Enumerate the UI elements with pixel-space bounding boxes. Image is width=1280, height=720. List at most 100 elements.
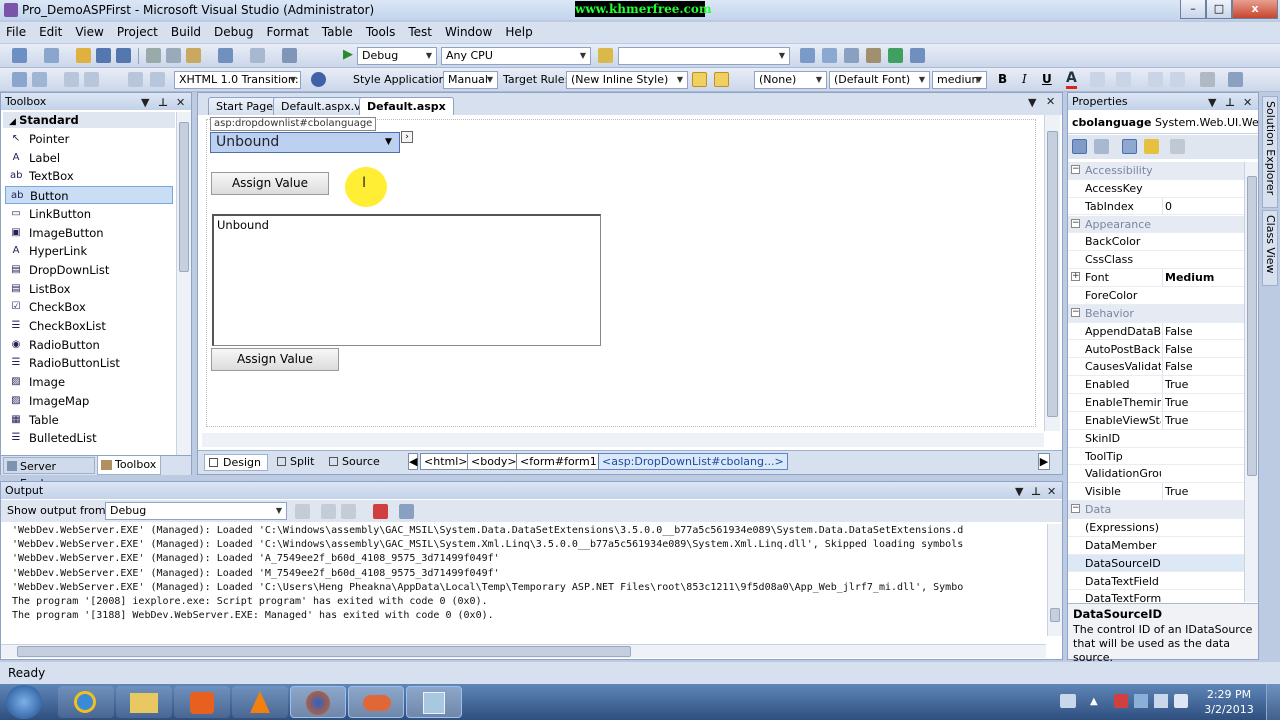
dropdown-arrow-icon[interactable]: ▼ [1208,94,1216,111]
toolbox-item-textbox[interactable]: ab TextBox [5,167,173,185]
object-browser-icon[interactable] [844,48,859,63]
save-all-icon[interactable] [116,48,131,63]
close-icon[interactable]: ✕ [1243,94,1252,111]
property-row[interactable]: DataTextField [1068,573,1244,591]
toolbox-item-imagebutton[interactable]: ▣ ImageButton [5,224,173,242]
property-row[interactable]: ValidationGrou [1068,465,1244,484]
property-row[interactable]: SkinID [1068,430,1244,448]
toolbox-item-radiobuttonlist[interactable]: ☰ RadioButtonList [5,354,173,372]
tab-server-explorer[interactable]: Server Explorer [3,457,95,490]
toolbox-item-dropdownlist[interactable]: ▤ DropDownList [5,261,173,279]
check-accessibility-icon[interactable] [12,72,27,87]
tab-start-page[interactable]: Start Page [208,97,281,115]
property-row[interactable]: Enabled True [1068,376,1244,394]
network-icon[interactable] [1154,694,1168,708]
media-player-icon[interactable] [174,686,230,718]
doctype-select[interactable]: XHTML 1.0 Transition: ▼ [174,71,301,89]
toolbox-item-table[interactable]: ▦ Table [5,411,173,429]
property-value[interactable]: True [1162,376,1244,394]
numbered-list-icon[interactable] [1148,72,1163,87]
property-row[interactable]: (Expressions) [1068,519,1244,537]
output-horizontal-scrollbar[interactable] [1,644,1046,658]
toolbox-icon[interactable] [866,48,881,63]
menu-view[interactable]: View [69,22,110,39]
object-selector[interactable]: cbolanguage System.Web.UI.Web [1068,112,1258,134]
menu-file[interactable]: File [0,22,33,39]
visual-studio-taskbar-icon[interactable] [348,686,404,718]
output-source-select[interactable]: Debug ▼ [105,502,287,520]
format-document-icon[interactable] [128,72,143,87]
collapse-icon[interactable]: − [1071,218,1080,228]
configuration-select[interactable]: Debug ▼ [357,47,437,65]
collapse-icon[interactable]: − [1071,504,1080,514]
font-name-select[interactable]: (Default Font) ▼ [829,71,930,89]
toolbox-item-button[interactable]: ab Button [5,186,173,205]
tab-default-aspx[interactable]: Default.aspx [359,97,454,115]
style-application-select[interactable]: Manual ▼ [443,71,498,89]
paste-icon[interactable] [186,48,201,63]
spell-check-icon[interactable] [32,72,47,87]
cut-icon[interactable] [146,48,161,63]
undo-icon[interactable] [218,48,233,63]
categorized-icon[interactable] [1072,139,1087,154]
property-row[interactable]: CausesValidatioFalse [1068,358,1244,377]
tag-html[interactable]: <html> [420,453,472,470]
platform-select[interactable]: Any CPU ▼ [441,47,591,65]
hyperlink-icon[interactable] [1200,72,1215,87]
find-combo[interactable]: ▼ [618,47,790,65]
reuse-existing-styles-icon[interactable] [692,72,707,87]
properties-icon[interactable] [1122,139,1137,154]
minimize-button[interactable]: – [1180,0,1206,19]
toolbox-item-checkbox[interactable]: ☑ CheckBox [5,298,173,316]
previous-message-icon[interactable] [321,504,336,519]
property-row[interactable]: Visible True [1068,483,1244,502]
copy-icon[interactable] [166,48,181,63]
browser-check-icon[interactable] [311,72,326,87]
internet-explorer-icon[interactable] [58,686,114,718]
justify-icon[interactable] [1116,72,1131,87]
file-explorer-icon[interactable] [116,686,172,718]
menu-project[interactable]: Project [111,22,165,39]
smart-tag-icon[interactable]: › [401,131,413,143]
solution-explorer-icon[interactable] [800,48,815,63]
bold-button[interactable]: B [998,72,1007,86]
assigned-value-listbox[interactable]: Unbound [212,214,601,346]
property-value[interactable]: False [1162,322,1244,340]
maximize-button[interactable]: □ [1206,0,1232,19]
property-row[interactable]: DataMember [1068,537,1244,555]
property-value[interactable]: True [1162,411,1244,429]
action-center-icon[interactable] [1114,694,1128,708]
toolbox-item-pointer[interactable]: ↖ Pointer [5,130,173,148]
menu-debug[interactable]: Debug [208,22,260,39]
menu-tools[interactable]: Tools [360,22,403,39]
close-icon[interactable]: ✕ [1047,483,1056,500]
font-color-icon[interactable]: A [1066,70,1077,89]
property-row[interactable]: AccessKey [1068,180,1244,198]
find-in-files-icon[interactable] [598,48,613,63]
open-file-icon[interactable] [76,48,91,63]
italic-button[interactable]: I [1022,72,1027,86]
redo-icon[interactable] [250,48,265,63]
property-pages-icon[interactable] [1170,139,1185,154]
comment-icon[interactable] [150,72,165,87]
apply-styles-icon[interactable] [714,72,729,87]
tab-toolbox[interactable]: Toolbox [97,456,161,475]
properties-scrollbar[interactable] [1244,162,1258,602]
toolbox-item-linkbutton[interactable]: ▭ LinkButton [5,205,173,223]
output-vertical-scrollbar[interactable] [1047,524,1062,636]
toolbox-item-hyperlink[interactable]: A HyperLink [5,242,173,260]
properties-window-icon[interactable] [822,48,837,63]
toolbox-item-bulletedlist[interactable]: ☰ BulletedList [5,429,173,447]
clear-all-icon[interactable] [373,504,388,519]
output-text[interactable]: 'WebDev.WebServer.EXE' (Managed): Loaded… [1,524,1046,634]
collapse-icon[interactable]: − [1071,307,1080,317]
toolbox-item-image[interactable]: ▨ Image [5,373,173,391]
underline-button[interactable]: U [1042,72,1052,86]
tag-form[interactable]: <form#form1> [516,453,610,470]
dropdown-arrow-icon[interactable]: ▼ [1028,96,1036,109]
property-value[interactable]: False [1162,358,1244,376]
property-row[interactable]: TabIndex 0 [1068,197,1244,216]
show-hidden-icons[interactable]: ▲ [1090,696,1098,707]
navigate-icon[interactable] [282,48,297,63]
property-category[interactable]: − Appearance [1068,215,1244,234]
